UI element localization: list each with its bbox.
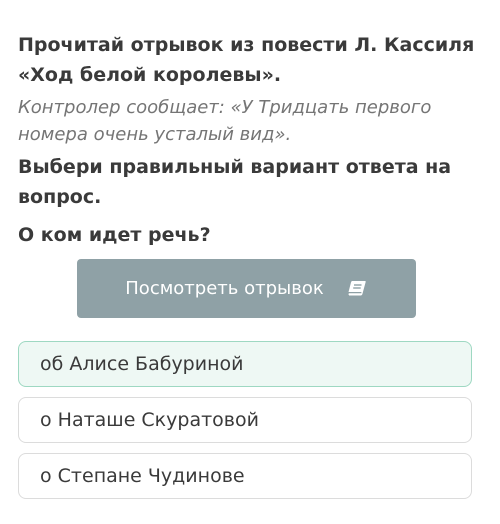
task-question: О ком идет речь? [18,224,211,246]
answer-option-3[interactable]: о Степане Чудинове [18,453,472,499]
answer-option-label: о Степане Чудинове [40,465,245,487]
task-heading: Прочитай отрывок из повести Л. Кассиля «… [18,34,475,86]
view-excerpt-label: Посмотреть отрывок [125,278,324,299]
answer-option-1[interactable]: об Алисе Бабуриной [18,341,472,387]
answer-option-2[interactable]: о Наташе Скуратовой [18,397,472,443]
task-block: Прочитай отрывок из повести Л. Кассиля «… [18,30,480,250]
book-icon [346,280,368,298]
answer-option-label: об Алисе Бабуриной [40,353,244,375]
excerpt-quote: Контролер сообщает: «У Тридцать первого … [18,97,432,145]
answer-option-label: о Наташе Скуратовой [40,409,259,431]
view-excerpt-button[interactable]: Посмотреть отрывок [77,259,416,318]
task-instruction: Выбери правильный вариант ответа на вопр… [18,156,452,208]
